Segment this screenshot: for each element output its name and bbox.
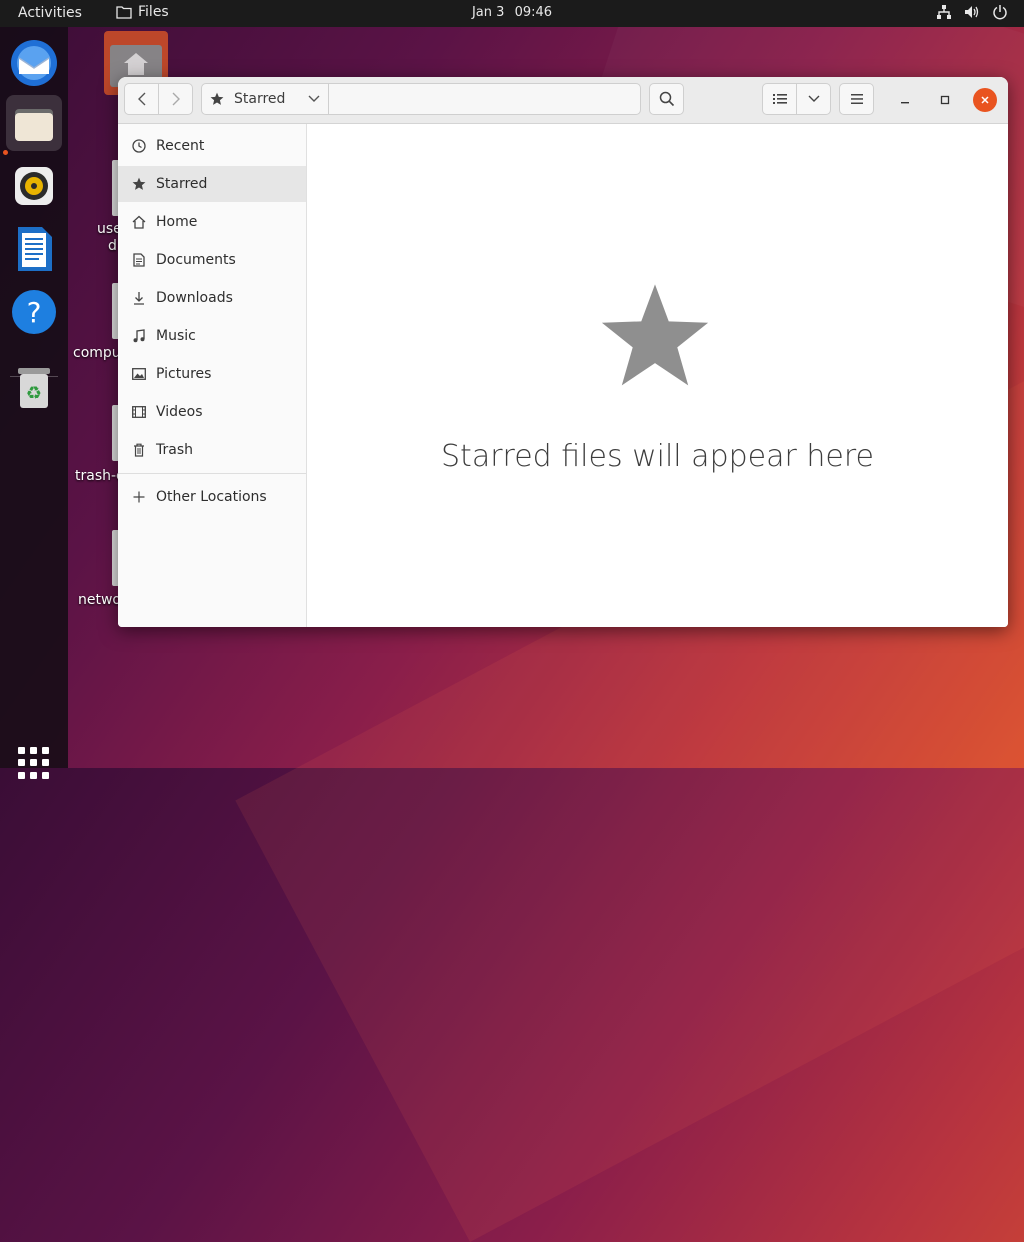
- dock-writer[interactable]: [6, 221, 62, 277]
- plus-icon: [131, 489, 147, 505]
- clock-icon: [131, 138, 147, 154]
- volume-icon: [965, 6, 979, 18]
- list-view-icon: [772, 94, 787, 104]
- trash-icon: [131, 442, 147, 458]
- picture-icon: [131, 366, 147, 382]
- search-button[interactable]: [649, 83, 684, 115]
- sidebar-item-label: Downloads: [156, 290, 233, 306]
- sidebar-item-label: Videos: [156, 404, 203, 420]
- sidebar-item-label: Other Locations: [156, 489, 267, 505]
- desktop-label[interactable]: netwo: [78, 592, 121, 608]
- star-icon: [131, 176, 147, 192]
- desktop-label[interactable]: compu: [73, 345, 121, 361]
- video-icon: [131, 404, 147, 420]
- libreoffice-writer-icon: [18, 227, 52, 271]
- hamburger-icon: [850, 94, 863, 104]
- sidebar-item-home[interactable]: Home: [118, 204, 306, 240]
- star-icon: [210, 92, 224, 105]
- clock-time: 09:46: [514, 5, 553, 20]
- path-bar-starred[interactable]: Starred: [201, 83, 329, 115]
- sidebar-item-music[interactable]: Music: [118, 318, 306, 354]
- dock-rhythmbox[interactable]: [6, 158, 62, 214]
- desktop-label[interactable]: d: [108, 238, 117, 254]
- view-options-button[interactable]: [796, 83, 831, 115]
- sidebar: Recent Starred Home Documents Downloads …: [118, 124, 307, 627]
- svg-text:?: ?: [27, 296, 42, 329]
- sidebar-item-trash[interactable]: Trash: [118, 432, 306, 468]
- files-window: Starred Recent Starred Home Documents Do…: [118, 77, 1008, 627]
- content-area: Starred files will appear here: [307, 124, 1008, 627]
- system-tray[interactable]: [936, 4, 1008, 20]
- search-icon: [659, 91, 674, 107]
- sidebar-item-label: Trash: [156, 442, 193, 458]
- sidebar-item-label: Recent: [156, 138, 205, 154]
- chevron-right-icon: [172, 92, 180, 106]
- sidebar-item-other-locations[interactable]: Other Locations: [118, 479, 306, 515]
- chevron-down-icon: [808, 95, 819, 102]
- sidebar-separator: [118, 473, 306, 474]
- sidebar-item-starred[interactable]: Starred: [118, 166, 306, 202]
- dock-thunderbird[interactable]: [6, 35, 62, 91]
- document-icon: [131, 252, 147, 268]
- help-icon: ?: [12, 290, 56, 334]
- thunderbird-icon: [11, 40, 57, 86]
- chevron-left-icon: [137, 92, 145, 106]
- path-label: Starred: [234, 91, 286, 107]
- maximize-icon: [940, 95, 950, 105]
- sidebar-item-videos[interactable]: Videos: [118, 394, 306, 430]
- power-icon: [993, 5, 1007, 20]
- header-bar: Starred: [118, 77, 1008, 124]
- sidebar-item-documents[interactable]: Documents: [118, 242, 306, 278]
- music-icon: [131, 328, 147, 344]
- empty-state-message: Starred files will appear here: [441, 439, 874, 474]
- sidebar-item-label: Music: [156, 328, 196, 344]
- sidebar-item-downloads[interactable]: Downloads: [118, 280, 306, 316]
- back-button[interactable]: [124, 83, 159, 115]
- sidebar-item-recent[interactable]: Recent: [118, 128, 306, 164]
- forward-button[interactable]: [158, 83, 193, 115]
- top-bar: Activities Files Jan 3 09:46: [0, 0, 1024, 27]
- dock-help[interactable]: ?: [6, 284, 62, 340]
- download-icon: [131, 290, 147, 306]
- rhythmbox-icon: [15, 167, 53, 205]
- running-indicator: [3, 150, 8, 155]
- dock-trash[interactable]: ♻: [6, 359, 62, 415]
- svg-text:♻: ♻: [26, 383, 42, 404]
- show-apps-button[interactable]: [18, 747, 50, 779]
- minimize-button[interactable]: [893, 88, 917, 112]
- close-button[interactable]: [973, 88, 997, 112]
- sidebar-item-label: Starred: [156, 176, 208, 192]
- sidebar-item-pictures[interactable]: Pictures: [118, 356, 306, 392]
- maximize-button[interactable]: [933, 88, 957, 112]
- files-icon: [15, 109, 53, 141]
- starred-placeholder-star-icon: [601, 284, 709, 386]
- dock: ? ♻: [0, 27, 68, 779]
- trash-icon: ♻: [18, 368, 50, 408]
- path-bar-empty[interactable]: [328, 83, 641, 115]
- home-icon: [131, 214, 147, 230]
- clock-date: Jan 3: [471, 5, 505, 20]
- desktop-label[interactable]: trash-c: [75, 468, 124, 484]
- minimize-icon: [901, 102, 909, 104]
- sidebar-item-label: Pictures: [156, 366, 212, 382]
- sidebar-item-label: Documents: [156, 252, 236, 268]
- list-view-button[interactable]: [762, 83, 797, 115]
- clock[interactable]: Jan 3 09:46: [0, 5, 1024, 20]
- chevron-down-icon: [308, 95, 320, 102]
- dock-files[interactable]: [6, 95, 62, 151]
- main-menu-button[interactable]: [839, 83, 874, 115]
- close-icon: [981, 96, 989, 104]
- network-icon: [937, 5, 951, 19]
- sidebar-item-label: Home: [156, 214, 198, 230]
